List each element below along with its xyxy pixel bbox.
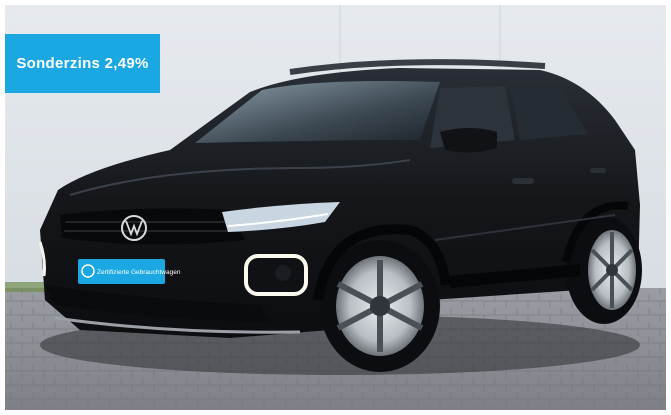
license-plate-text: Zertifizierte Gebrauchtwagen: [97, 269, 181, 276]
photo-frame: Zertifizierte Gebrauchtwagen Sonderzins …: [0, 0, 671, 415]
promo-badge: Sonderzins 2,49%: [5, 34, 160, 93]
